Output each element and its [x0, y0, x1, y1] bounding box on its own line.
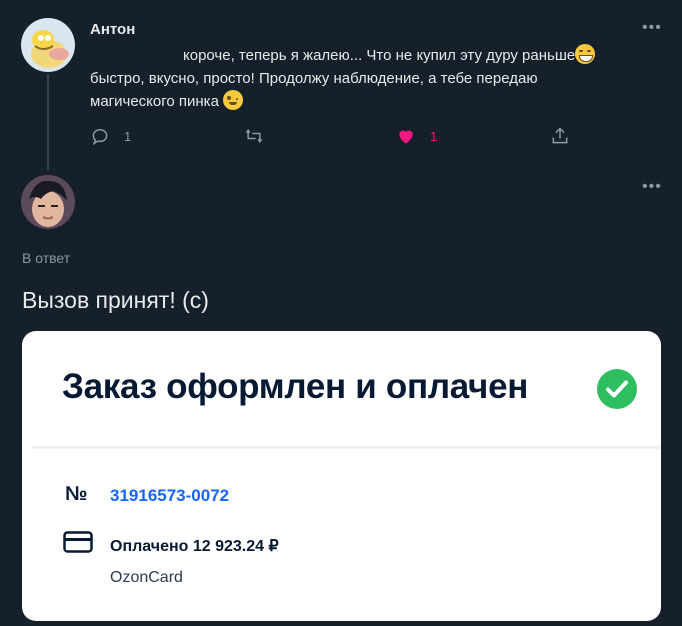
avatar-image [21, 175, 75, 229]
reply-button[interactable]: 1 [90, 126, 131, 146]
grin-emoji [575, 44, 596, 64]
reply-icon [92, 128, 108, 146]
tweet-author-name[interactable]: Антон [90, 21, 135, 38]
avatar-anton[interactable] [21, 18, 75, 72]
like-count: 1 [430, 128, 438, 144]
order-card-image[interactable]: Заказ оформлен и оплачен № 31916573-0072… [22, 331, 661, 621]
avatar-reply-author[interactable] [21, 175, 75, 229]
share-icon [552, 127, 568, 144]
order-title: Заказ оформлен и оплачен [62, 367, 529, 406]
paid-amount: Оплачено 12 923.24 ₽ [110, 538, 279, 555]
avatar-image [21, 18, 75, 72]
order-number-link[interactable]: 31916573-0072 [110, 486, 229, 506]
check-icon [597, 369, 637, 409]
retweet-button[interactable] [244, 126, 264, 146]
tweet-text-line2: быстро, вкусно, просто! Продолжу наблюде… [90, 70, 538, 87]
more-icon[interactable]: ••• [642, 20, 662, 36]
retweet-icon [245, 128, 263, 144]
tweet-text: короче, теперь я жалею... Что не купил э… [90, 44, 650, 113]
thread-line [47, 74, 49, 170]
like-button[interactable]: 1 [396, 126, 437, 146]
share-button[interactable] [550, 126, 570, 146]
card-divider [32, 446, 661, 449]
tweet-main-text: Вызов принят! (с) [22, 287, 209, 313]
reply-count: 1 [124, 128, 132, 144]
wink-emoji [223, 90, 244, 110]
tweet-text-line1: короче, теперь я жалею... Что не купил э… [183, 47, 576, 64]
more-icon[interactable]: ••• [642, 179, 662, 195]
number-sign: № [65, 483, 88, 505]
reply-to-label: В ответ [22, 250, 71, 266]
payment-method: OzonCard [110, 569, 183, 586]
card-icon [63, 531, 93, 553]
tweet-text-line3: магического пинка [90, 93, 219, 110]
heart-icon [399, 130, 413, 144]
